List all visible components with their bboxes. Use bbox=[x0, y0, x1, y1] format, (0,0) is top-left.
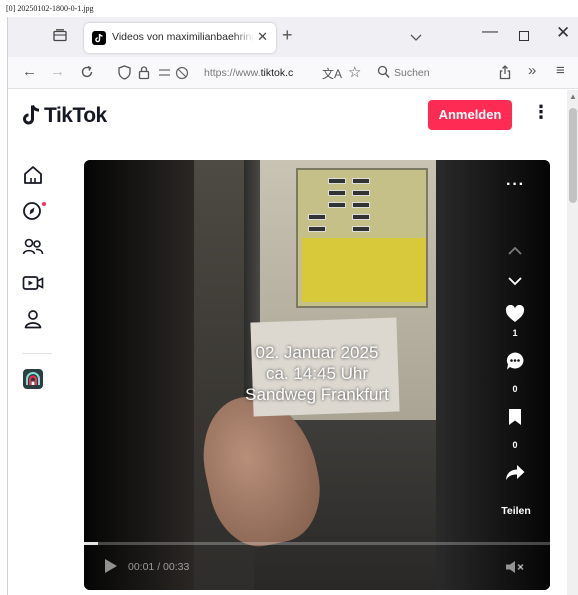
creator-tools-icon bbox=[23, 369, 43, 389]
share-label: Teilen bbox=[501, 505, 531, 517]
tab-close-icon[interactable]: ✕ bbox=[257, 29, 268, 45]
address-url: https://www.tiktok.c bbox=[204, 67, 294, 79]
tab-overview-icon[interactable] bbox=[53, 29, 67, 42]
permissions-icon[interactable] bbox=[158, 66, 190, 85]
like-count: 1 bbox=[512, 328, 518, 338]
bookmark-star-icon[interactable]: ☆ bbox=[348, 63, 361, 81]
sidebar-item-following[interactable] bbox=[22, 236, 44, 258]
tiktok-page: TikTok Anmelden ⋮ 02. Januar 2025 ca. 14… bbox=[8, 90, 567, 595]
comment-count: 0 bbox=[512, 384, 518, 394]
mute-speaker-icon[interactable] bbox=[505, 560, 525, 579]
next-video-icon[interactable] bbox=[508, 273, 522, 291]
reload-icon[interactable] bbox=[80, 65, 94, 83]
new-tab-icon[interactable]: + bbox=[282, 25, 293, 46]
sidebar-item-creator[interactable] bbox=[22, 368, 44, 390]
tiktok-logo[interactable]: TikTok bbox=[22, 104, 107, 128]
previous-video-icon[interactable] bbox=[508, 242, 522, 260]
caption-line-place: Sandweg Frankfurt bbox=[245, 385, 389, 404]
video-progress-bar[interactable] bbox=[84, 542, 550, 545]
scroll-up-icon[interactable]: ▲ bbox=[569, 92, 577, 101]
scrollbar-thumb[interactable] bbox=[569, 108, 577, 203]
comment-icon[interactable] bbox=[505, 351, 525, 376]
more-options-icon[interactable]: ⋮ bbox=[532, 102, 550, 123]
forward-icon[interactable]: → bbox=[50, 64, 65, 80]
tracking-protection-shield-icon[interactable] bbox=[118, 65, 131, 85]
search-icon bbox=[377, 65, 390, 84]
app-menu-icon[interactable]: ≡ bbox=[556, 63, 565, 79]
window-close-icon[interactable]: ✕ bbox=[556, 23, 570, 43]
lock-icon[interactable] bbox=[138, 65, 150, 85]
caption-line-date: 02. Januar 2025 bbox=[255, 343, 379, 362]
address-bar[interactable]: https://www.tiktok.c 文A ☆ bbox=[112, 61, 367, 85]
tab-strip: Videos von maximilianbaehring ✕ + — ✕ bbox=[8, 17, 578, 57]
compass-icon bbox=[23, 202, 41, 220]
save-count: 0 bbox=[512, 440, 518, 450]
tab-title: Videos von maximilianbaehring bbox=[112, 31, 254, 43]
sidebar-item-for-you[interactable] bbox=[22, 164, 44, 186]
browser-window: Videos von maximilianbaehring ✕ + — ✕ ← … bbox=[7, 17, 578, 595]
minimize-icon[interactable]: — bbox=[482, 23, 498, 41]
list-all-tabs-icon[interactable] bbox=[410, 29, 422, 47]
maximize-icon[interactable] bbox=[519, 31, 529, 41]
image-filename-caption: [0] 20250102-1800-0-1.jpg bbox=[6, 4, 94, 13]
caption-line-time: ca. 14:45 Uhr bbox=[265, 364, 369, 383]
save-bookmark-icon[interactable] bbox=[508, 408, 522, 431]
live-video-icon bbox=[22, 276, 44, 290]
nameplate-board bbox=[302, 238, 426, 302]
share-arrow-icon[interactable] bbox=[505, 464, 525, 486]
page-scrollbar[interactable]: ▲ bbox=[567, 90, 578, 595]
like-heart-icon[interactable] bbox=[505, 304, 525, 328]
sidebar-item-explore[interactable] bbox=[22, 200, 46, 222]
profile-icon bbox=[24, 310, 42, 329]
overflow-chevrons-icon[interactable]: » bbox=[528, 63, 536, 79]
back-icon[interactable]: ← bbox=[22, 64, 37, 80]
search-field[interactable]: Suchen bbox=[372, 61, 480, 85]
notification-dot bbox=[42, 202, 46, 206]
video-more-icon[interactable]: ··· bbox=[506, 176, 525, 194]
navigation-toolbar: ← → https://www.tiktok.c 文A ☆ Suchen » ≡ bbox=[8, 57, 578, 89]
login-button[interactable]: Anmelden bbox=[428, 100, 512, 130]
tiktok-favicon-icon bbox=[92, 31, 106, 45]
video-progress-fill bbox=[84, 542, 98, 545]
home-icon bbox=[24, 166, 42, 184]
sidebar-item-live[interactable] bbox=[22, 272, 44, 294]
tiktok-note-icon bbox=[23, 104, 40, 125]
following-icon bbox=[22, 238, 44, 255]
sidebar-item-profile[interactable] bbox=[22, 308, 44, 330]
play-icon[interactable] bbox=[104, 558, 118, 579]
search-placeholder: Suchen bbox=[394, 67, 430, 79]
video-player[interactable]: 02. Januar 2025 ca. 14:45 Uhr Sandweg Fr… bbox=[84, 160, 550, 590]
tab-tiktok[interactable]: Videos von maximilianbaehring ✕ bbox=[84, 23, 276, 53]
share-page-icon[interactable] bbox=[498, 65, 512, 84]
video-time: 00:01 / 00:33 bbox=[128, 561, 190, 573]
video-caption-overlay: 02. Januar 2025 ca. 14:45 Uhr Sandweg Fr… bbox=[84, 342, 550, 405]
logo-text: TikTok bbox=[44, 104, 107, 127]
sidebar-divider bbox=[22, 353, 52, 354]
translate-icon[interactable]: 文A bbox=[322, 65, 342, 82]
